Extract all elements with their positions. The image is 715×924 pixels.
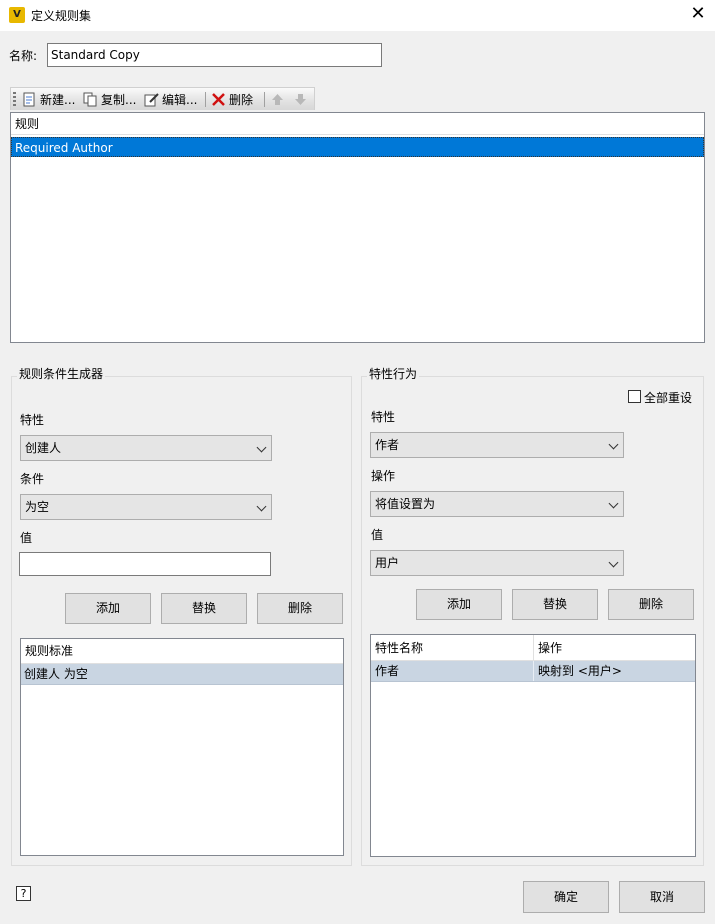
behavior-grid-header: 特性名称 操作: [371, 635, 695, 661]
edit-icon: [144, 93, 159, 107]
new-document-icon: [23, 92, 35, 107]
new-rule-label: 新建...: [40, 93, 76, 107]
row-operation: 映射到 <用户>: [538, 664, 622, 678]
name-input[interactable]: Standard Copy: [47, 43, 382, 67]
toolbar-grip-icon: [13, 92, 16, 107]
cond-delete-button[interactable]: 删除: [257, 593, 343, 624]
rules-toolbar: 新建... 复制... 编辑... 删除: [10, 87, 315, 110]
rules-list[interactable]: 规则 Required Author: [10, 112, 705, 343]
reset-all-label: 全部重设: [644, 391, 693, 405]
cancel-button[interactable]: 取消: [619, 881, 705, 913]
behavior-property-value: 作者: [375, 438, 400, 452]
cond-property-select[interactable]: 创建人: [20, 435, 272, 461]
help-icon[interactable]: ?: [16, 886, 31, 901]
behavior-property-label: 特性: [371, 410, 396, 424]
behavior-property-select[interactable]: 作者: [370, 432, 624, 458]
rules-list-header: 规则: [11, 113, 704, 135]
copy-rule-label: 复制...: [101, 93, 137, 107]
behavior-grid[interactable]: 特性名称 操作 作者 映射到 <用户>: [370, 634, 696, 857]
chevron-down-icon: [608, 439, 619, 450]
delete-rule-label: 删除: [229, 93, 254, 107]
behavior-operation-value: 将值设置为: [375, 497, 436, 511]
cond-property-label: 特性: [20, 413, 45, 427]
close-icon[interactable]: ✕: [690, 5, 706, 23]
row-property-name: 作者: [375, 664, 400, 678]
behavior-add-button[interactable]: 添加: [416, 589, 502, 620]
app-icon: V: [9, 7, 25, 23]
delete-rule-button[interactable]: 删除: [211, 91, 253, 108]
cond-value-input[interactable]: [19, 552, 271, 576]
cond-value-label: 值: [20, 531, 33, 545]
delete-icon: [212, 93, 225, 106]
criteria-list-header: 规则标准: [21, 639, 343, 664]
column-header-property-name[interactable]: 特性名称: [371, 635, 423, 661]
copy-rule-button[interactable]: 复制...: [83, 91, 136, 108]
column-header-operation[interactable]: 操作: [534, 635, 562, 661]
behavior-value-value: 用户: [375, 556, 400, 570]
move-down-button[interactable]: [293, 91, 308, 108]
name-label: 名称:: [9, 49, 38, 63]
condition-builder-title: 规则条件生成器: [17, 365, 106, 382]
chevron-down-icon: [608, 557, 619, 568]
rule-item-required-author[interactable]: Required Author: [11, 137, 704, 157]
behavior-grid-row[interactable]: 作者 映射到 <用户>: [371, 661, 695, 682]
title-bar: [0, 0, 715, 31]
arrow-up-icon: [272, 94, 283, 105]
behavior-operation-label: 操作: [371, 469, 396, 483]
cond-condition-value: 为空: [25, 500, 50, 514]
behavior-delete-button[interactable]: 删除: [608, 589, 694, 620]
cond-property-value: 创建人: [25, 441, 62, 455]
chevron-down-icon: [256, 442, 267, 453]
criteria-item[interactable]: 创建人 为空: [21, 664, 343, 685]
window-title: 定义规则集: [31, 9, 92, 23]
property-behavior-title: 特性行为: [367, 365, 420, 382]
cond-condition-select[interactable]: 为空: [20, 494, 272, 520]
edit-rule-button[interactable]: 编辑...: [144, 91, 197, 108]
behavior-value-select[interactable]: 用户: [370, 550, 624, 576]
behavior-replace-button[interactable]: 替换: [512, 589, 598, 620]
edit-rule-label: 编辑...: [162, 93, 198, 107]
move-up-button[interactable]: [270, 91, 285, 108]
cond-add-button[interactable]: 添加: [65, 593, 151, 624]
cond-condition-label: 条件: [20, 472, 45, 486]
behavior-operation-select[interactable]: 将值设置为: [370, 491, 624, 517]
reset-all-checkbox[interactable]: [628, 390, 641, 403]
copy-icon: [83, 92, 97, 107]
cond-replace-button[interactable]: 替换: [161, 593, 247, 624]
chevron-down-icon: [256, 501, 267, 512]
chevron-down-icon: [608, 498, 619, 509]
criteria-list[interactable]: 规则标准 创建人 为空: [20, 638, 344, 856]
toolbar-separator: [264, 92, 265, 107]
behavior-value-label: 值: [371, 528, 384, 542]
new-rule-button[interactable]: 新建...: [22, 91, 75, 108]
toolbar-separator: [205, 92, 206, 107]
arrow-down-icon: [295, 94, 306, 105]
ok-button[interactable]: 确定: [523, 881, 609, 913]
